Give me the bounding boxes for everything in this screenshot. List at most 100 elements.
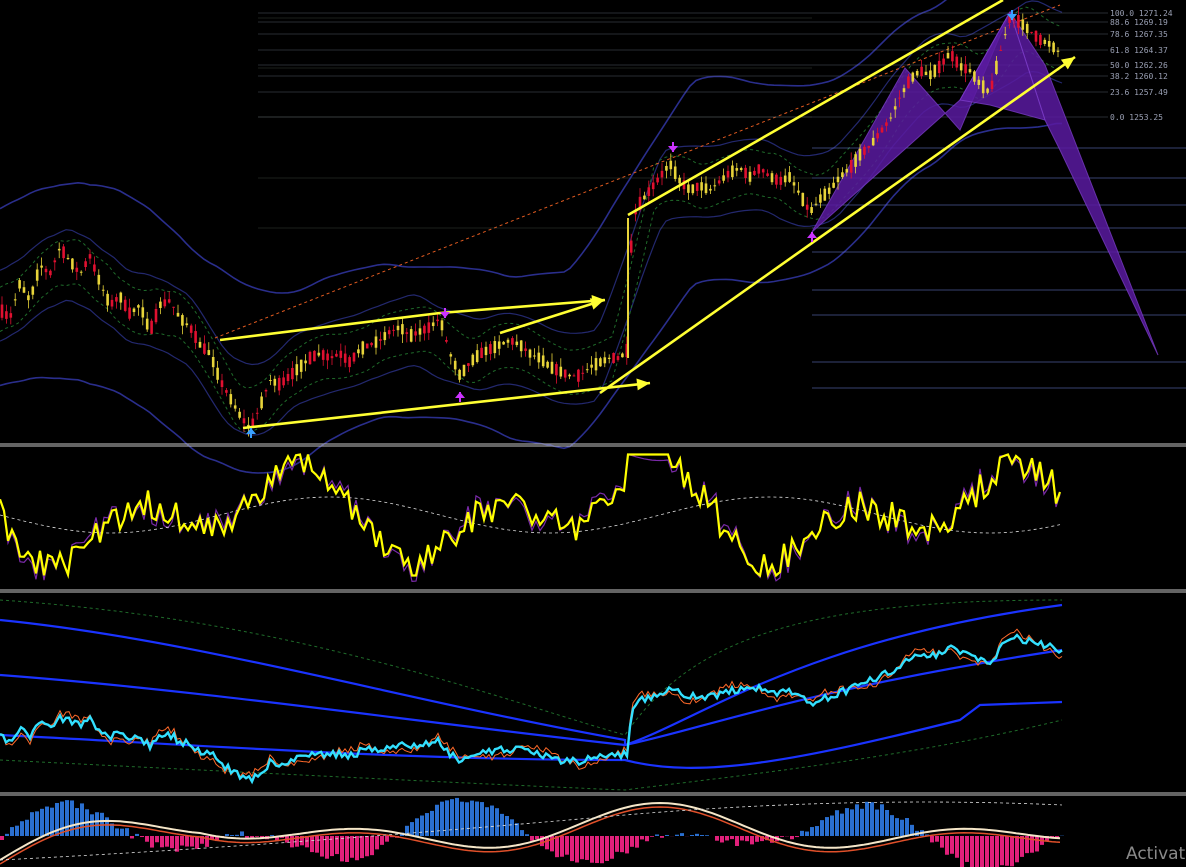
- histogram-bar-down: [625, 836, 629, 854]
- candle-body: [858, 148, 862, 161]
- histogram-bar-up: [865, 801, 869, 836]
- histogram-bar-up: [835, 810, 839, 836]
- candle-body: [898, 97, 901, 99]
- histogram-bar-down: [555, 836, 559, 858]
- histogram-bar-down: [165, 836, 169, 847]
- candle-body: [392, 329, 395, 331]
- histogram-bar-up: [690, 834, 694, 836]
- candle-body: [801, 192, 805, 206]
- histogram-bar-up: [410, 822, 414, 836]
- candle-body: [348, 357, 351, 368]
- histogram-bar-down: [740, 836, 744, 841]
- candle-body: [709, 188, 712, 191]
- fib-label: 0.0 1253.25: [1110, 113, 1163, 122]
- histogram-bar-up: [35, 811, 39, 836]
- candle-body: [418, 328, 422, 335]
- histogram-bar-down: [560, 836, 564, 857]
- candle-body: [651, 182, 655, 190]
- histogram-bar-down: [575, 836, 579, 863]
- histogram-bar-down: [650, 836, 654, 837]
- histogram-bar-down: [355, 836, 359, 861]
- histogram-bar-down: [380, 836, 384, 845]
- histogram-bar-up: [665, 834, 669, 836]
- candle-body: [326, 353, 329, 361]
- candle-body: [101, 289, 105, 291]
- histogram-bar-down: [310, 836, 314, 853]
- histogram-bar-up: [490, 805, 494, 836]
- histogram-bar-down: [745, 836, 749, 842]
- candle-body: [440, 320, 444, 331]
- candle-body: [761, 169, 765, 173]
- histogram-bar-down: [570, 836, 574, 862]
- candle-body: [123, 299, 127, 311]
- candle-body: [647, 187, 651, 196]
- histogram-bar-down: [160, 836, 164, 848]
- harmonic-xabcd-left: [811, 11, 1011, 233]
- dotted-trend-line: [214, 4, 1061, 339]
- candle-body: [40, 265, 43, 268]
- histogram-bar-up: [465, 802, 469, 836]
- candle-body: [977, 79, 981, 86]
- candle-body: [343, 353, 347, 363]
- candle-body: [515, 341, 519, 346]
- histogram-bar-down: [130, 836, 134, 839]
- candle-body: [731, 165, 734, 178]
- candlestick-series: [0, 6, 1060, 437]
- histogram-bar-down: [145, 836, 149, 842]
- candle-body: [5, 311, 8, 319]
- histogram-bar-up: [460, 801, 464, 836]
- histogram-bar-down: [535, 836, 539, 840]
- histogram-bar-down: [185, 836, 189, 847]
- fib-label: 61.8 1264.37: [1110, 46, 1168, 55]
- candle-body: [335, 353, 338, 357]
- histogram-bar-down: [305, 836, 309, 848]
- candle-body: [1017, 15, 1020, 28]
- candle-body: [911, 72, 915, 82]
- candle-body: [0, 304, 4, 318]
- candle-body: [907, 76, 910, 89]
- candle-body: [110, 299, 114, 307]
- candle-body: [788, 172, 791, 182]
- candle-body: [365, 343, 369, 349]
- histogram-bar-up: [820, 820, 824, 836]
- candle-body: [1047, 40, 1051, 47]
- histogram-bar-up: [430, 810, 434, 836]
- histogram-bar-down: [630, 836, 634, 847]
- candle-body: [242, 418, 246, 424]
- candle-body: [427, 322, 431, 333]
- candle-body: [1003, 34, 1007, 36]
- candle-body: [198, 341, 202, 348]
- candle-body: [458, 369, 461, 380]
- fib-label: 23.6 1257.49: [1110, 88, 1168, 97]
- candle-body: [1012, 18, 1016, 21]
- candle-body: [585, 369, 589, 371]
- histogram-bar-down: [605, 836, 609, 861]
- candle-body: [484, 346, 488, 356]
- histogram-bar-down: [955, 836, 959, 858]
- histogram-bar-down: [735, 836, 739, 846]
- histogram-bar-up: [895, 818, 899, 836]
- candle-body: [49, 270, 52, 276]
- histogram-bar-down: [590, 836, 594, 863]
- histogram-bar-down: [140, 836, 144, 838]
- channel-rising-upper: [627, 0, 1004, 217]
- candle-body: [53, 260, 57, 263]
- buy-arrow: [246, 428, 256, 434]
- candle-body: [445, 339, 448, 342]
- candle-body: [748, 171, 752, 182]
- histogram-bar-down: [750, 836, 754, 845]
- candle-body: [915, 70, 919, 76]
- histogram-bar-up: [270, 835, 274, 836]
- candle-body: [959, 63, 963, 71]
- rsi-signal-line: [0, 628, 1063, 778]
- histogram-bar-down: [1035, 836, 1039, 852]
- bb-lower-outer: [0, 122, 1063, 474]
- candle-body: [84, 261, 87, 268]
- histogram-bar-up: [95, 812, 99, 836]
- candle-body: [805, 204, 809, 210]
- candle-body: [607, 357, 611, 359]
- histogram-bar-down: [365, 836, 369, 857]
- histogram-bar-down: [980, 836, 984, 867]
- histogram-bar-down: [975, 836, 979, 867]
- candle-body: [475, 350, 479, 363]
